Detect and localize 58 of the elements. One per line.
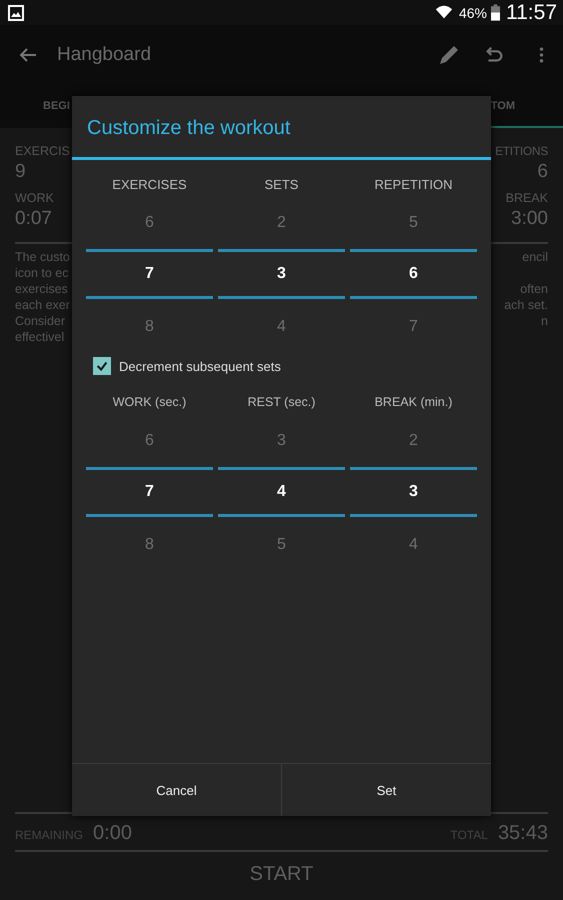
description-text: n [541,314,548,330]
picker-value[interactable]: 2 [277,197,286,249]
stat-label: ETITIONS [495,144,548,158]
picker-value[interactable]: 2 [409,415,418,467]
picker-value[interactable]: 4 [277,299,286,355]
checkbox-label: Decrement subsequent sets [119,358,281,374]
picker-value[interactable]: 8 [145,517,154,573]
stat-label: BREAK [506,191,548,205]
description-text: Consider [15,314,66,330]
picker-label: REST (sec.) [248,395,316,411]
selected-value[interactable]: 6 [350,249,477,299]
clock: 11:57 [506,0,557,24]
description-text: The custo [15,250,70,266]
description-text: effectivel [15,330,64,346]
description-text: each exer [15,298,70,314]
selected-value[interactable]: 7 [86,467,213,517]
picker-label: REPETITION [374,177,452,194]
battery-icon [491,4,500,21]
stat-label: EXERCIS [15,144,71,158]
cancel-button[interactable]: Cancel [72,764,281,816]
picker-value[interactable]: 5 [409,197,418,249]
description-text: encil [522,250,548,266]
picker-label: SETS [264,177,298,194]
gallery-icon [8,4,24,20]
stat-value: 0:07 [15,208,53,230]
description-text: often [520,282,548,298]
stat-label: WORK [15,191,55,205]
picker-value[interactable]: 6 [145,197,154,249]
checkmark-icon [95,359,109,373]
pencil-icon[interactable] [437,43,461,67]
app-title: Hangboard [57,44,152,66]
set-button[interactable]: Set [281,764,491,816]
start-button[interactable]: START [15,852,548,896]
selected-value[interactable]: 4 [218,467,345,517]
stat-value: 9 [15,161,27,183]
battery-percent: 46% [458,4,487,20]
picker-label: EXERCISES [112,177,187,194]
picker-value[interactable]: 6 [145,415,154,467]
selected-value[interactable]: 3 [218,249,345,299]
selected-value[interactable]: 7 [86,249,213,299]
picker-label: WORK (sec.) [112,395,186,411]
remaining-time: 0:00 [93,822,132,845]
dialog-title: Customize the workout [72,96,491,160]
selected-value[interactable]: 3 [350,467,477,517]
total-time: 35:43 [498,822,548,845]
description-text: icon to ec [15,266,69,282]
picker-value[interactable]: 7 [409,299,418,355]
stat-value: 6 [537,161,548,183]
picker-value[interactable]: 8 [145,299,154,355]
picker-value[interactable]: 3 [277,415,286,467]
description-text: ach set. [504,298,548,314]
checkbox[interactable] [93,357,111,375]
description-text: exercises [15,282,68,298]
stat-value: 3:00 [511,208,548,230]
overflow-menu-icon[interactable] [539,46,544,64]
picker-value[interactable]: 5 [277,517,286,573]
picker-value[interactable]: 4 [409,517,418,573]
picker-label: BREAK (min.) [374,395,452,411]
